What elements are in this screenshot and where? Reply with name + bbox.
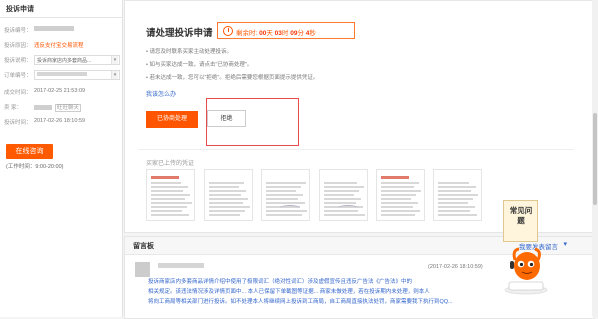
info-label: 成交时间： [4,90,32,96]
message-text: 投诉商家店内多套商品详情介绍中使用了极限词汇（绝对性词汇）涉及虚假宣传且违反广告… [148,279,413,285]
highlight-box [206,98,299,146]
info-label: 投诉编号： [4,28,32,34]
info-value: 2017-02-26 18:10:59 [34,118,86,124]
message-text: 将向工商局等相关部门进行投诉。如不处理本人将继续网上投诉到工商局，自工商局直接执… [148,299,453,305]
info-label: 投诉时间： [4,120,32,126]
evidence-thumbnail[interactable] [433,169,482,221]
panel-title-bar: 投诉申请 [0,0,122,18]
evidence-thumbnail[interactable] [319,169,368,221]
avatar [135,262,150,277]
info-row: 卖 家： 旺旺聊天 [4,102,120,112]
info-value: 旺旺聊天 [34,103,82,112]
complaint-handling-card: 请处理投诉申请 剩余时: 00天 03时 09分 4秒 • 请您及时联系买家主动… [124,0,595,233]
info-label: 投诉原因： [4,43,32,49]
working-hours: (工作时间：9:00-20:00) [6,164,64,170]
info-select[interactable]: ▾ [34,70,120,80]
complaint-info-panel: 投诉申请 投诉编号： 投诉原因： 违反支付宝交易流程 投诉说明： 投诉商家店内多套商品.… [0,0,123,317]
message-board-title: 留言板 [133,243,154,250]
info-row: 投诉编号： [4,25,120,35]
faq-widget[interactable]: 常见问题 [503,200,538,242]
tip-line: • 请您及时联系买家主动处理投诉。 [146,49,232,55]
evidence-thumbnail[interactable] [376,169,425,221]
info-value: 违反支付宝交易流程 [34,43,84,49]
info-select[interactable]: 投诉商家店内多套商品... ▾ [34,55,120,65]
info-value [34,26,77,32]
info-row: 投诉原因： 违反支付宝交易流程 [4,40,120,50]
tip-line: • 若未达成一致，您可以"拒绝"。拒绝后需要您根据页面提示提供凭证。 [146,75,319,81]
info-label: 投诉说明： [4,58,32,64]
help-link[interactable]: 我该怎么办 [146,89,176,98]
evidence-thumbnail[interactable] [261,169,310,221]
message-timestamp: (2017-02-26 18:10:59) [428,264,483,270]
info-row: 成交时间： 2017-02-25 21:53:09 [4,87,120,97]
chevron-down-icon[interactable]: ▾ [563,240,567,248]
info-row: 投诉时间： 2017-02-26 18:10:59 [4,117,120,127]
tip-line: • 如与买家达成一致，请点击"已协商处理"。 [146,62,253,68]
chevron-down-icon[interactable]: ▾ [111,71,118,79]
info-row[interactable]: 投诉说明： 投诉商家店内多套商品... ▾ [4,55,120,65]
online-consult-button[interactable]: 在线咨询 [6,144,53,159]
info-value [37,72,87,78]
negotiated-button[interactable]: 已协商处理 [146,111,198,128]
countdown-timer: 剩余时: 00天 03时 09分 4秒 [217,22,355,39]
mascot-icon[interactable] [501,238,551,296]
divider [139,149,574,150]
info-value: 投诉商家店内多套商品... [37,58,92,64]
username-masked [158,263,204,268]
clock-icon [223,26,233,36]
page-title: 请处理投诉申请 [146,28,213,39]
info-label: 订单编号： [4,73,32,79]
countdown-text: 剩余时: 00天 03时 09分 4秒 [236,30,316,37]
scrollbar-thumb[interactable] [593,113,597,205]
info-value: 2017-02-25 21:53:09 [34,88,86,94]
faq-label: 常见问题 [509,206,533,225]
chevron-down-icon[interactable]: ▾ [111,56,118,64]
evidence-thumbnail[interactable] [204,169,253,221]
evidence-section-title: 买家已上传的凭证 [146,161,195,167]
evidence-thumbnail[interactable] [146,169,195,221]
info-row[interactable]: 订单编号： ▾ [4,70,120,80]
message-text: 相关规定。该违法情况涉及详情页面中... 本人已保留下单截图等证据... 商家未… [148,289,430,295]
info-label: 卖 家： [4,105,23,111]
panel-title: 投诉申请 [6,6,34,13]
